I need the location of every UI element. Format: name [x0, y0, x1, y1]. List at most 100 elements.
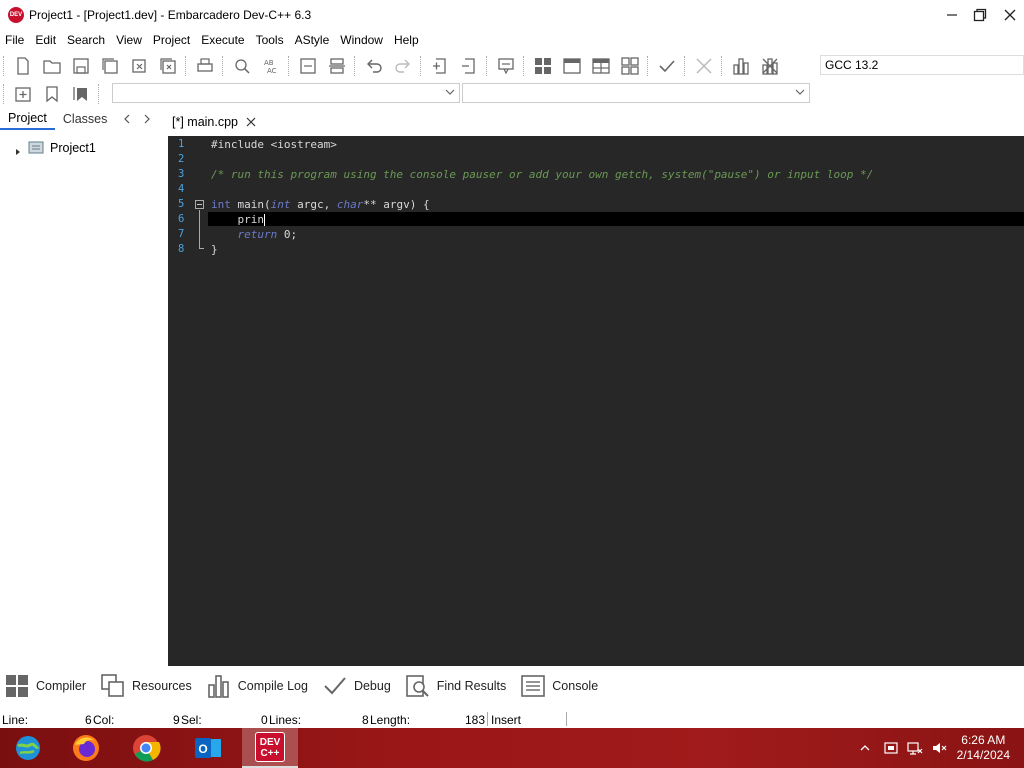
- menu-help[interactable]: Help: [389, 33, 424, 47]
- status-divider: [566, 712, 567, 726]
- menu-search[interactable]: Search: [62, 33, 110, 47]
- folder-open-icon: [42, 60, 61, 74]
- new-class-button[interactable]: [11, 82, 35, 106]
- member-combo[interactable]: [462, 83, 810, 103]
- tab-debug[interactable]: Debug: [322, 673, 391, 699]
- line-number: 4: [178, 183, 185, 195]
- toolbar-separator: [523, 56, 525, 76]
- expand-arrow-icon[interactable]: [14, 148, 22, 156]
- remove-from-project-button[interactable]: [457, 54, 481, 78]
- undo-button[interactable]: [362, 54, 386, 78]
- volume-muted-icon[interactable]: [931, 740, 947, 756]
- status-col-value: 9: [173, 713, 180, 727]
- menu-tools[interactable]: Tools: [251, 33, 289, 47]
- fold-collapse-icon[interactable]: [195, 200, 205, 210]
- find-button[interactable]: [230, 54, 254, 78]
- keyword: return: [237, 228, 278, 241]
- rebuild-all-button[interactable]: [618, 54, 642, 78]
- close-tab-icon[interactable]: [246, 117, 256, 127]
- taskbar-outlook[interactable]: O: [180, 728, 236, 768]
- close-file-button[interactable]: [127, 54, 151, 78]
- clock-date: 2/14/2024: [956, 748, 1010, 762]
- menu-window[interactable]: Window: [335, 33, 388, 47]
- save-button[interactable]: [69, 54, 93, 78]
- compiler-select[interactable]: GCC 13.2: [820, 55, 1024, 75]
- find-results-icon: [405, 675, 429, 697]
- goto-line-button[interactable]: [296, 54, 320, 78]
- code-line-6: prin: [211, 213, 265, 226]
- tree-item-project1[interactable]: Project1: [14, 140, 96, 156]
- toggle-bookmark-button[interactable]: [325, 54, 349, 78]
- tab-main-cpp[interactable]: [*] main.cpp: [172, 111, 256, 133]
- taskbar-chrome[interactable]: [118, 728, 174, 768]
- rebuild-icon: [620, 57, 639, 75]
- replace-icon: ABAC: [264, 59, 277, 75]
- menu-execute[interactable]: Execute: [196, 33, 249, 47]
- start-button[interactable]: [0, 728, 56, 768]
- menu-view[interactable]: View: [111, 33, 147, 47]
- stop-execution-button[interactable]: [692, 54, 716, 78]
- insert-icon: [14, 87, 31, 102]
- redo-button[interactable]: [391, 54, 415, 78]
- tab-compile-log[interactable]: Compile Log: [206, 673, 308, 699]
- replace-button[interactable]: AB AC: [259, 54, 283, 78]
- left-panel-tabs: Project Classes: [0, 108, 168, 130]
- print-button[interactable]: [193, 54, 217, 78]
- taskbar-devcpp[interactable]: DEV C++: [242, 728, 298, 768]
- syntax-check-button[interactable]: [655, 54, 679, 78]
- close-all-button[interactable]: [156, 54, 180, 78]
- app-icon: DEV: [8, 7, 24, 23]
- code-text: ** argv) {: [363, 198, 430, 211]
- line-number: 3: [178, 168, 185, 180]
- bookmark-button[interactable]: [40, 82, 64, 106]
- status-lines-label: Lines:: [269, 713, 302, 727]
- new-file-icon: [16, 57, 29, 75]
- tray-device-icon[interactable]: [883, 740, 899, 756]
- code-editor[interactable]: 1 2 3 4 5 6 7 8 #include <iostream> /* r…: [168, 136, 1024, 666]
- project-icon: [28, 141, 44, 154]
- delete-profile-button[interactable]: [758, 54, 782, 78]
- profile-button[interactable]: [729, 54, 753, 78]
- new-file-button[interactable]: [11, 54, 35, 78]
- tab-compiler[interactable]: Compiler: [4, 673, 86, 699]
- fold-line: [199, 210, 200, 248]
- menu-project[interactable]: Project: [148, 33, 195, 47]
- tab-scroll-left[interactable]: [115, 108, 139, 130]
- compile-run-icon: [591, 58, 610, 74]
- tab-find-results[interactable]: Find Results: [405, 673, 506, 699]
- clock[interactable]: 6:26 AM 2/14/2024: [957, 733, 1010, 763]
- menu-astyle[interactable]: AStyle: [290, 33, 335, 47]
- class-combo[interactable]: [112, 83, 460, 103]
- network-icon[interactable]: [907, 740, 923, 756]
- svg-text:AC: AC: [267, 67, 277, 75]
- add-to-project-icon: [432, 58, 446, 74]
- undo-icon: [366, 59, 382, 73]
- tab-classes[interactable]: Classes: [55, 108, 115, 130]
- project-options-button[interactable]: [494, 54, 518, 78]
- devcpp-icon-text: C++: [260, 748, 280, 759]
- tab-resources[interactable]: Resources: [100, 673, 192, 699]
- status-line-value: 6: [85, 713, 92, 727]
- add-to-project-button[interactable]: [428, 54, 452, 78]
- compile-run-button[interactable]: [589, 54, 613, 78]
- grid-compile-icon: [534, 58, 551, 74]
- remove-from-project-icon: [461, 58, 475, 74]
- save-all-button[interactable]: [98, 54, 122, 78]
- tab-label: Compile Log: [237, 679, 308, 693]
- chevron-up-icon[interactable]: [859, 742, 871, 754]
- compile-button[interactable]: [531, 54, 555, 78]
- redo-icon: [394, 59, 410, 73]
- tab-scroll-right[interactable]: [139, 108, 159, 130]
- close-button[interactable]: [992, 0, 1024, 30]
- outlook-icon: O: [195, 738, 221, 758]
- tab-project[interactable]: Project: [0, 108, 55, 130]
- menu-edit[interactable]: Edit: [30, 33, 61, 47]
- open-file-button[interactable]: [40, 54, 64, 78]
- tab-console[interactable]: Console: [520, 673, 598, 699]
- goto-bookmark-button[interactable]: [69, 82, 93, 106]
- run-button[interactable]: [560, 54, 584, 78]
- status-length-label: Length:: [370, 713, 411, 727]
- window-title: Project1 - [Project1.dev] - Embarcadero …: [29, 8, 312, 22]
- menu-file[interactable]: File: [0, 33, 29, 47]
- taskbar-firefox[interactable]: [58, 728, 114, 768]
